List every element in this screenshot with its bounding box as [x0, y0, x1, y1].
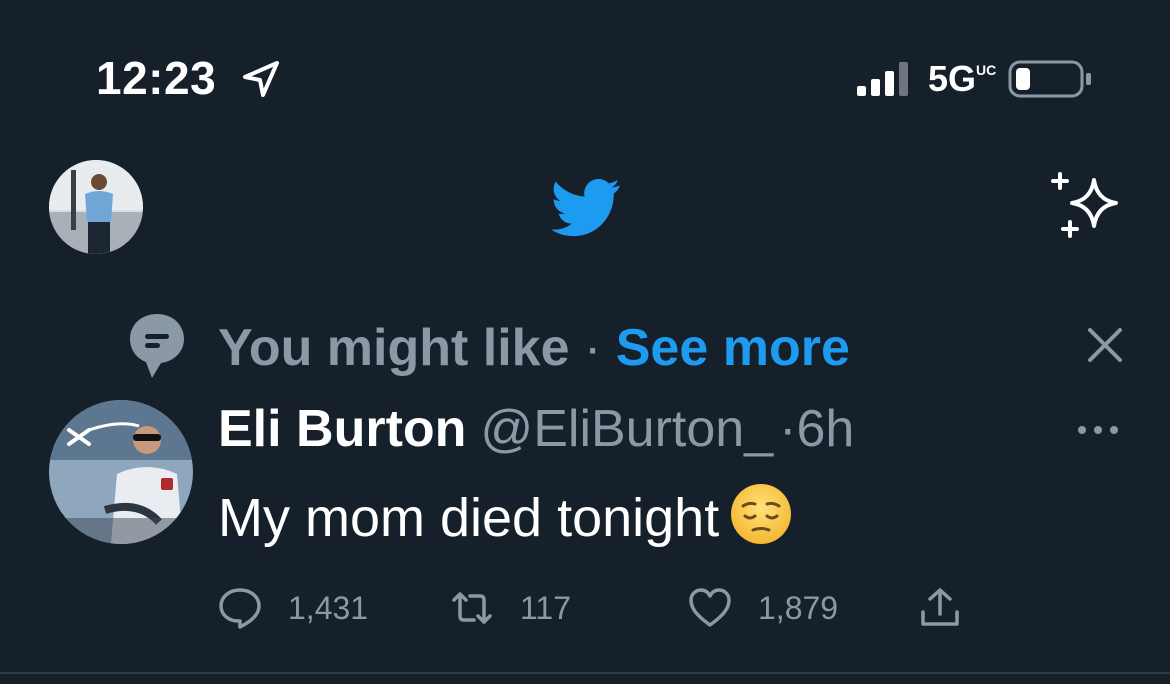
author-name[interactable]: Eli Burton [218, 400, 466, 458]
sparkle-icon[interactable] [1048, 170, 1124, 242]
network-label: 5G [928, 58, 977, 99]
speech-bubble-icon [128, 312, 186, 380]
like-button[interactable]: 1,879 [688, 586, 838, 630]
network-indicator: 5GUC [928, 56, 997, 102]
share-icon [921, 588, 959, 626]
author-handle[interactable]: @EliBurton_ [480, 400, 773, 458]
tweet-author-avatar[interactable] [49, 400, 193, 544]
pensive-face-emoji [729, 482, 793, 546]
close-icon[interactable] [1086, 326, 1124, 364]
reply-icon [219, 588, 261, 629]
suggestion-header: You might like · See more [218, 318, 850, 378]
twitter-bird-icon[interactable] [543, 172, 629, 242]
location-arrow-icon [240, 58, 282, 100]
reply-button[interactable]: 1,431 [218, 586, 368, 630]
battery-icon [1008, 60, 1094, 98]
signal-bars-icon [855, 58, 915, 98]
retweet-count: 117 [520, 590, 572, 626]
share-button[interactable] [918, 586, 962, 630]
suggestion-label: You might like [218, 319, 570, 377]
profile-avatar[interactable] [49, 160, 143, 254]
like-count: 1,879 [758, 590, 839, 626]
suggestion-separator: · [583, 319, 602, 377]
time-separator: · [779, 400, 797, 458]
retweet-icon [452, 592, 492, 624]
tweet-divider [0, 672, 1170, 674]
more-dots-icon[interactable] [1076, 420, 1120, 440]
tweet-time[interactable]: 6h [796, 400, 854, 458]
tweet-text: My mom died tonight [218, 488, 720, 548]
tweet-header: Eli Burton @EliBurton_ ·6h [218, 398, 854, 460]
heart-icon [689, 588, 731, 627]
network-sub-label: UC [976, 62, 997, 78]
tweet-text-line: My mom died tonight [218, 482, 793, 551]
status-time: 12:23 [96, 52, 217, 104]
see-more-link[interactable]: See more [616, 319, 850, 377]
reply-count: 1,431 [288, 590, 369, 626]
retweet-button[interactable]: 117 [450, 586, 571, 630]
